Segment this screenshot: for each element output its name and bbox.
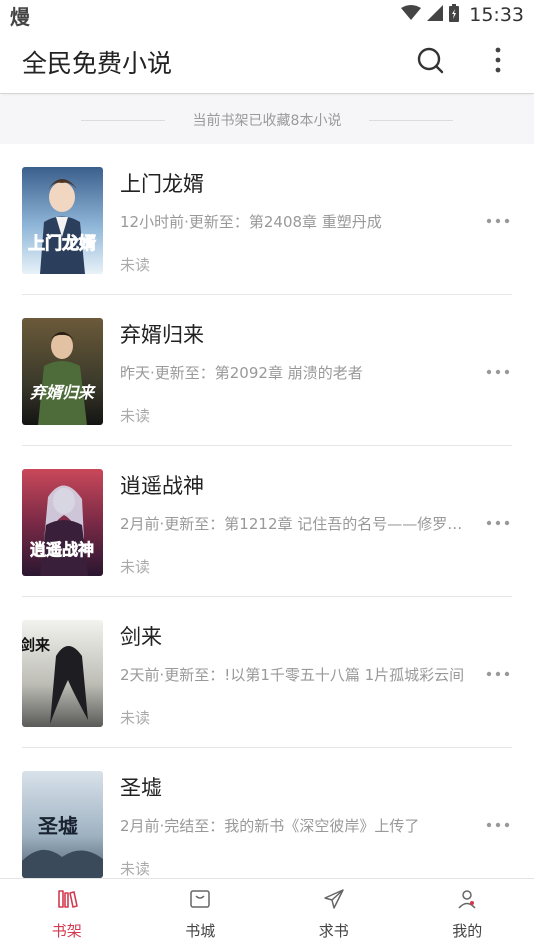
app-bar: 全民免费小说: [0, 30, 534, 94]
cover-title-text: 上门龙婿: [28, 233, 96, 254]
divider: [369, 119, 454, 121]
search-icon: [416, 46, 444, 78]
book-read-status: 未读: [120, 558, 151, 576]
divider: [80, 119, 165, 121]
cover-title-text: 弃婿归来: [29, 383, 96, 402]
book-cover: 剑来: [22, 620, 103, 727]
cover-title-text: 逍遥战神: [30, 540, 94, 559]
cover-title-text: 剑来: [22, 636, 51, 654]
battery-icon: [449, 4, 460, 26]
book-read-status: 未读: [120, 709, 151, 727]
book-more-button[interactable]: [484, 657, 512, 685]
nav-label: 求书: [318, 922, 349, 940]
book-more-button[interactable]: [484, 506, 512, 534]
wifi-icon: [401, 5, 422, 25]
nav-bookshelf[interactable]: 书架: [0, 879, 134, 950]
bookshelf-icon: [56, 888, 78, 914]
book-title: 圣墟: [120, 776, 162, 800]
more-horizontal-icon: [486, 511, 510, 530]
book-title: 逍遥战神: [120, 474, 204, 498]
more-horizontal-icon: [486, 813, 510, 832]
nav-bookstore[interactable]: 书城: [134, 879, 268, 950]
book-title: 弃婿归来: [120, 323, 204, 347]
nav-label: 书城: [185, 922, 216, 940]
book-item[interactable]: 圣墟 圣墟 2月前·完结至：我的新书《深空彼岸》上传了 未读: [22, 748, 512, 878]
app-title: 全民免费小说: [22, 48, 173, 78]
book-update-info: 2天前·更新至：!以第1千零五十八篇 1片孤城彩云间: [120, 666, 465, 684]
book-cover: 弃婿归来: [22, 318, 103, 425]
book-read-status: 未读: [120, 407, 151, 425]
shelf-count-text: 当前书架已收藏8本小说: [192, 113, 342, 129]
search-button[interactable]: [414, 46, 446, 78]
status-indicators: 15:33: [401, 4, 524, 26]
book-read-status: 未读: [120, 860, 151, 878]
book-item[interactable]: 上门龙婿 上门龙婿 12小时前·更新至：第2408章 重塑丹成 未读: [22, 144, 512, 295]
more-horizontal-icon: [486, 209, 510, 228]
book-list: 上门龙婿 上门龙婿 12小时前·更新至：第2408章 重塑丹成 未读 弃婿归来 …: [0, 144, 534, 878]
signal-icon: [427, 5, 444, 25]
book-update-info: 2月前·更新至：第1212章 记住吾的名号——修罗战神: [120, 515, 472, 533]
book-read-status: 未读: [120, 256, 151, 274]
bottom-nav: 书架 书城 求书 我的: [0, 878, 534, 950]
app-actions: [414, 46, 514, 78]
nav-request-book[interactable]: 求书: [267, 879, 401, 950]
status-bar: 熳 15:33: [0, 0, 534, 30]
more-horizontal-icon: [486, 360, 510, 379]
book-more-button[interactable]: [484, 808, 512, 836]
more-menu-button[interactable]: [482, 46, 514, 78]
book-cover: 上门龙婿: [22, 167, 103, 274]
book-item[interactable]: 逍遥战神 逍遥战神 2月前·更新至：第1212章 记住吾的名号——修罗战神 未读: [22, 446, 512, 597]
book-more-button[interactable]: [484, 204, 512, 232]
paper-plane-icon: [323, 888, 345, 914]
book-cover: 逍遥战神: [22, 469, 103, 576]
book-cover: 圣墟: [22, 771, 103, 878]
book-item[interactable]: 弃婿归来 弃婿归来 昨天·更新至：第2092章 崩溃的老者 未读: [22, 295, 512, 446]
bookstore-icon: [189, 888, 211, 914]
shelf-header: 当前书架已收藏8本小说: [0, 96, 534, 144]
cover-title-text: 圣墟: [38, 814, 78, 838]
profile-icon: [456, 888, 478, 914]
book-title: 上门龙婿: [120, 172, 204, 196]
book-item[interactable]: 剑来 剑来 2天前·更新至：!以第1千零五十八篇 1片孤城彩云间 未读: [22, 597, 512, 748]
status-time: 15:33: [469, 4, 524, 26]
book-update-info: 2月前·完结至：我的新书《深空彼岸》上传了: [120, 817, 420, 835]
more-horizontal-icon: [486, 662, 510, 681]
book-update-info: 昨天·更新至：第2092章 崩溃的老者: [120, 364, 363, 382]
nav-profile[interactable]: 我的: [401, 879, 534, 950]
book-update-info: 12小时前·更新至：第2408章 重塑丹成: [120, 213, 382, 231]
more-vertical-icon: [495, 47, 501, 77]
status-notification-glyph: 熳: [10, 4, 30, 29]
nav-label: 我的: [452, 922, 483, 940]
book-more-button[interactable]: [484, 355, 512, 383]
nav-label: 书架: [51, 922, 82, 940]
book-title: 剑来: [120, 625, 162, 649]
